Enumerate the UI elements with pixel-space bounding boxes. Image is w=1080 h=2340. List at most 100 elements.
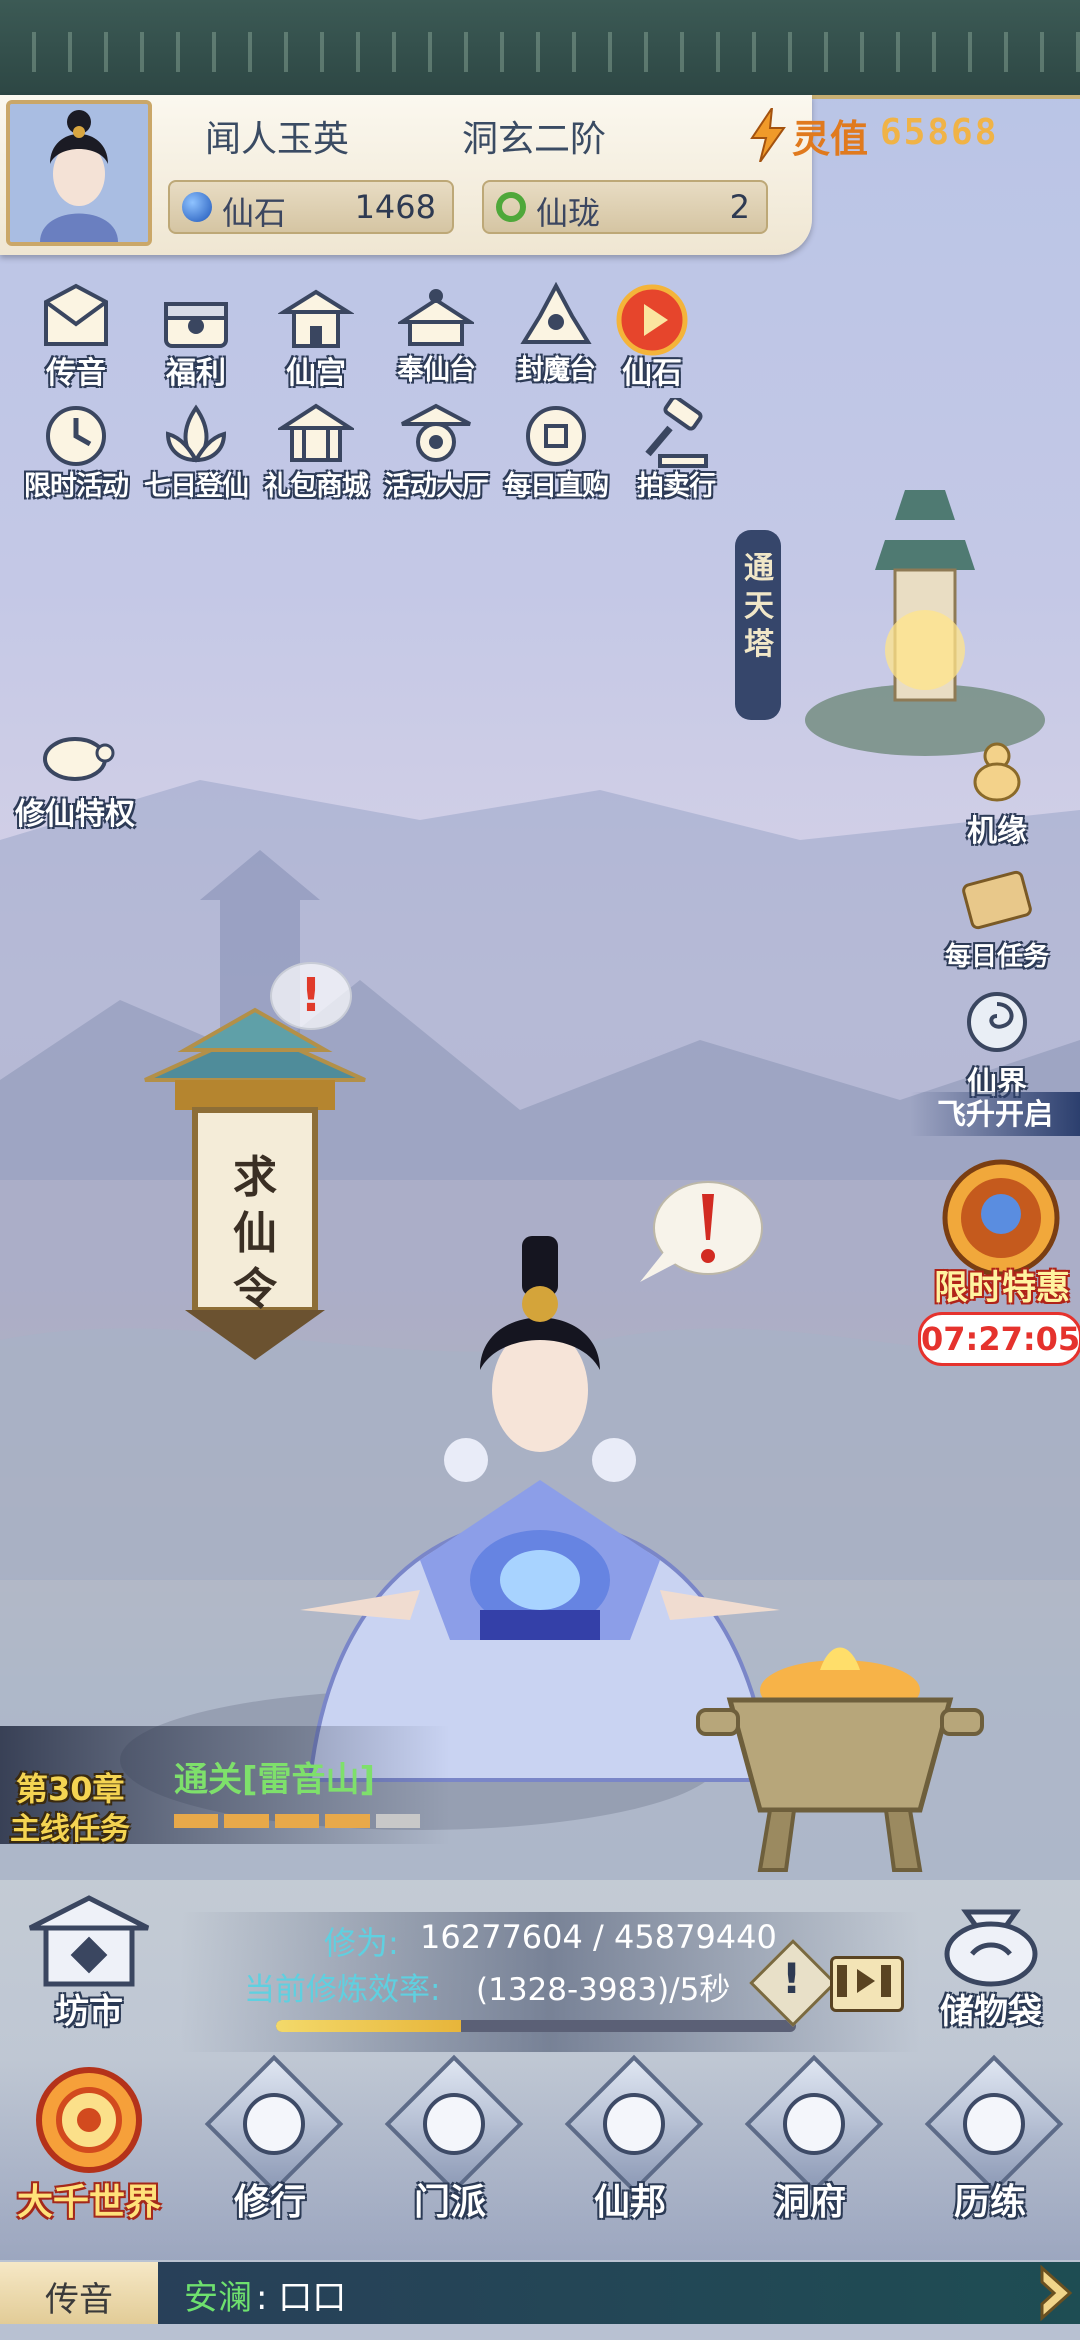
- limited-offer-label: 限时特惠: [934, 1268, 1070, 1308]
- player-avatar[interactable]: [6, 100, 152, 246]
- market-label: 坊市: [55, 1992, 123, 2032]
- hall-icon: [401, 403, 471, 462]
- feature-label: 仙宫: [286, 356, 346, 391]
- gift-box-icon: [164, 302, 228, 348]
- ring-icon: [496, 192, 526, 222]
- resource-label: 仙珑: [536, 194, 601, 232]
- side-label: 机缘: [967, 814, 1027, 849]
- quest-progress-bar: [174, 1814, 421, 1828]
- tongtian-tower[interactable]: 通天塔: [735, 480, 1045, 780]
- feature-huodongdating[interactable]: 活动大厅: [376, 398, 496, 518]
- feature-label: 仙石: [622, 356, 682, 391]
- feature-qiridengxian[interactable]: 七日登仙: [136, 398, 256, 518]
- exclamation-icon: !: [782, 1954, 802, 2003]
- chat-message: : 口口: [256, 2278, 347, 2318]
- video-icon[interactable]: [830, 1956, 904, 2012]
- scroll-icon: [962, 870, 1032, 930]
- world-icon: [36, 2067, 142, 2173]
- chat-channel-tab[interactable]: 传音: [0, 2262, 158, 2324]
- offer-timer: 07:27:05: [918, 1312, 1080, 1366]
- chat-bar[interactable]: [0, 2262, 1080, 2324]
- quest-tracker[interactable]: 第30章 主线任务 通关[雷音山]: [0, 1726, 450, 1847]
- resource-label: 仙石: [222, 194, 287, 232]
- speech-bubble-icon: [640, 1181, 763, 1282]
- feature-paimaihang[interactable]: 拍卖行: [616, 398, 736, 518]
- nav-label: 仙邦: [593, 2182, 666, 2223]
- rate-value: (1328-3983)/5秒: [476, 1972, 731, 2008]
- turtle-icon: [43, 737, 115, 781]
- chevron-right-icon[interactable]: [1036, 2264, 1076, 2322]
- feature-libaoshangcheng[interactable]: 礼包商城: [256, 398, 376, 518]
- nav-alliance[interactable]: 仙邦: [555, 2054, 705, 2230]
- chat-speaker: 安澜: [184, 2278, 252, 2318]
- jiyuan-button[interactable]: 机缘: [932, 738, 1062, 850]
- seal-tower-icon: [520, 282, 592, 344]
- feature-fuli[interactable]: 福利: [136, 282, 256, 402]
- feature-label: 限时活动: [24, 471, 129, 502]
- lightning-icon: [750, 108, 786, 162]
- rate-label: 当前修炼效率:: [244, 1972, 441, 2008]
- feature-label: 奉仙台: [397, 355, 476, 386]
- power-label: 灵值: [792, 117, 869, 161]
- cauldron-icon: [696, 1647, 984, 1872]
- feature-meirizhigou[interactable]: 每日直购: [496, 398, 616, 518]
- bag-icon: [944, 1909, 1038, 1987]
- xianjie-button[interactable]: 仙界: [932, 990, 1062, 1102]
- nav-label: 修行: [233, 2182, 306, 2223]
- power-value: 65868: [880, 112, 999, 153]
- quest-objective: 通关[雷音山]: [174, 1760, 376, 1800]
- coin-icon: [526, 406, 586, 466]
- timer-icon: [46, 406, 106, 466]
- xiuxian-privilege-button[interactable]: 修仙特权: [10, 725, 140, 833]
- tower-icon: [735, 490, 1045, 756]
- chat-tab-label: 传音: [45, 2280, 113, 2320]
- alchemy-cauldron[interactable]: [690, 1640, 990, 1880]
- altar-icon: [398, 289, 474, 346]
- nav-label: 历练: [953, 2182, 1026, 2223]
- nav-world[interactable]: 大千世界: [14, 2065, 164, 2230]
- player-realm: 洞玄二阶: [462, 119, 607, 160]
- side-label: 修仙特权: [15, 797, 135, 832]
- feature-label: 活动大厅: [384, 471, 489, 502]
- board-alert-icon: !: [270, 962, 352, 1030]
- feature-label: 七日登仙: [144, 471, 249, 502]
- feature-label: 福利: [166, 356, 226, 391]
- palace-icon: [278, 289, 354, 348]
- storage-label: 储物袋: [940, 1992, 1042, 2032]
- nav-label: 大千世界: [16, 2182, 161, 2223]
- nav-sect[interactable]: 门派: [375, 2054, 525, 2230]
- nav-cave[interactable]: 洞府: [735, 2054, 885, 2230]
- limited-offer-button[interactable]: 限时特惠: [922, 1158, 1080, 1328]
- storage-bag-button[interactable]: 储物袋: [916, 1892, 1066, 2032]
- resource-xianlong[interactable]: 仙珑 2: [482, 180, 768, 234]
- feature-chuanyin[interactable]: 传音: [16, 282, 136, 402]
- market-button[interactable]: 坊市: [14, 1892, 164, 2032]
- gem-icon: [182, 192, 212, 222]
- feature-label: 礼包商城: [264, 471, 369, 502]
- cultivation-progress-bar: [276, 2020, 796, 2032]
- player-name: 闻人玉英: [205, 119, 350, 160]
- feature-xiangong[interactable]: 仙宫: [256, 282, 376, 402]
- nav-training[interactable]: 历练: [915, 2054, 1065, 2230]
- daily-task-button[interactable]: 每日任务: [932, 868, 1062, 973]
- nav-label: 洞府: [773, 2182, 846, 2223]
- resource-xianshi[interactable]: 仙石 1468: [168, 180, 454, 234]
- feature-label: 传音: [46, 356, 106, 391]
- cultivation-label: 修为:: [324, 1924, 399, 1962]
- tower-label: 通天塔: [744, 551, 774, 662]
- top-banner: [0, 0, 1080, 99]
- side-label: 每日任务: [944, 942, 1049, 972]
- gavel-icon: [645, 398, 708, 468]
- feature-label: 每日直购: [504, 471, 609, 502]
- gourd-icon: [973, 742, 1021, 802]
- nav-cultivate[interactable]: 修行: [195, 2054, 345, 2230]
- feature-xianshi-video[interactable]: 仙石: [592, 282, 712, 402]
- character-alert-bubble[interactable]: [634, 1176, 764, 1286]
- feature-label: 拍卖行: [637, 471, 716, 502]
- envelope-icon: [44, 283, 108, 346]
- lotus-icon: [165, 404, 227, 463]
- shop-icon: [278, 403, 354, 462]
- feature-xianshihuodong[interactable]: 限时活动: [16, 398, 136, 518]
- cultivation-value: 16277604 / 45879440: [420, 1918, 777, 1956]
- feature-fengxiantai[interactable]: 奉仙台: [376, 282, 496, 402]
